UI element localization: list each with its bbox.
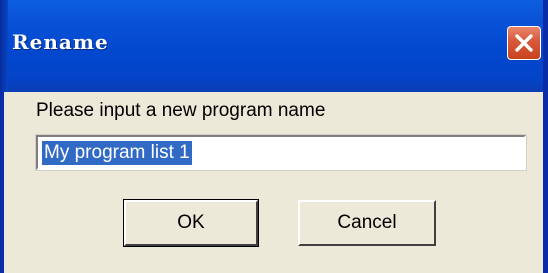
window-title: Rename [12, 30, 109, 54]
close-icon [515, 34, 533, 52]
program-name-value: My program list 1 [42, 141, 192, 165]
program-name-input[interactable]: My program list 1 [35, 134, 527, 171]
window-border-left [0, 0, 8, 92]
ok-button[interactable]: OK [123, 199, 259, 247]
prompt-label: Please input a new program name [36, 100, 326, 121]
cancel-button[interactable]: Cancel [298, 200, 436, 246]
title-bar[interactable]: Rename [0, 0, 543, 92]
close-button[interactable] [507, 26, 541, 60]
window-border-left-client [0, 92, 4, 273]
rename-dialog: Rename Please input a new program name M… [0, 0, 548, 273]
